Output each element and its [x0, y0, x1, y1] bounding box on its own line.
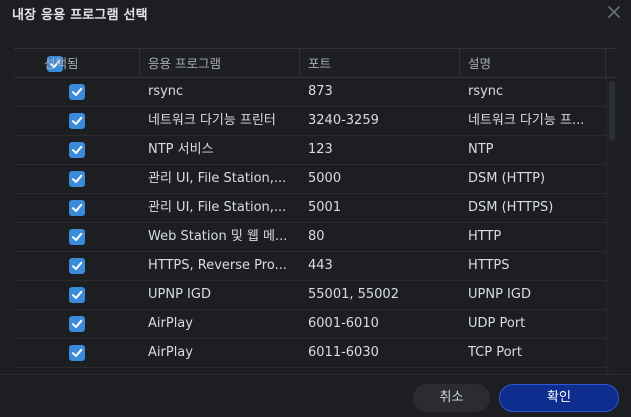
app-name-cell: rsync — [148, 84, 184, 99]
row-checkbox[interactable] — [69, 258, 85, 274]
dialog-footer: 취소 확인 — [0, 374, 631, 417]
table-row[interactable]: 네트워크 다기능 프린터 3240-3259 네트워크 다기능 프... — [14, 107, 617, 136]
app-name-cell: Web Station 및 웹 메... — [148, 229, 288, 244]
row-checkbox[interactable] — [69, 84, 85, 100]
dialog-title: 내장 응용 프로그램 선택 — [12, 8, 148, 23]
description-cell: UDP Port — [468, 316, 526, 331]
select-builtin-apps-dialog: 내장 응용 프로그램 선택 선택됨 응용 프로그램 포트 설명 rsync 87… — [0, 0, 631, 417]
port-cell: 443 — [308, 258, 333, 273]
table-row[interactable]: UPNP IGD 55001, 55002 UPNP IGD — [14, 281, 617, 310]
scrollbar-thumb[interactable] — [609, 81, 615, 141]
port-cell: 3240-3259 — [308, 113, 379, 128]
app-name-cell: NTP 서비스 — [148, 142, 214, 157]
table-row[interactable]: rsync 873 rsync — [14, 78, 617, 107]
table-row[interactable]: Web Station 및 웹 메... 80 HTTP — [14, 223, 617, 252]
row-checkbox[interactable] — [69, 142, 85, 158]
apps-table: 선택됨 응용 프로그램 포트 설명 rsync 873 rsync 네트워크 다… — [14, 48, 617, 374]
row-checkbox[interactable] — [69, 229, 85, 245]
table-row[interactable]: HTTPS, Reverse Pro... 443 HTTPS — [14, 252, 617, 281]
description-cell: HTTPS — [468, 258, 510, 273]
column-header-spacer — [606, 49, 617, 78]
row-checkbox[interactable] — [69, 113, 85, 129]
row-checkbox[interactable] — [69, 200, 85, 216]
table-row[interactable]: 관리 UI, File Station,... 5001 DSM (HTTPS) — [14, 194, 617, 223]
close-icon[interactable] — [607, 5, 621, 19]
table-row[interactable]: AirPlay 6001-6010 UDP Port — [14, 310, 617, 339]
column-header-port[interactable]: 포트 — [300, 49, 460, 78]
description-cell: DSM (HTTPS) — [468, 200, 554, 215]
port-cell: 873 — [308, 84, 333, 99]
port-cell: 5000 — [308, 171, 342, 186]
table-row[interactable]: 관리 UI, File Station,... 5000 DSM (HTTP) — [14, 165, 617, 194]
row-checkbox[interactable] — [69, 316, 85, 332]
column-header-selected[interactable]: 선택됨 — [14, 49, 140, 78]
row-checkbox[interactable] — [69, 345, 85, 361]
port-cell: 123 — [308, 142, 333, 157]
app-name-cell: AirPlay — [148, 316, 193, 331]
description-cell: rsync — [468, 84, 504, 99]
app-name-cell: HTTPS, Reverse Pro... — [148, 258, 287, 273]
table-row[interactable]: AirPlay 6011-6030 TCP Port — [14, 339, 617, 368]
table-row[interactable]: NTP 서비스 123 NTP — [14, 136, 617, 165]
description-cell: NTP — [468, 142, 494, 157]
app-name-cell: UPNP IGD — [148, 287, 211, 302]
description-cell: DSM (HTTP) — [468, 171, 546, 186]
app-name-cell: AirPlay — [148, 345, 193, 360]
port-cell: 55001, 55002 — [308, 287, 399, 302]
title-bar: 내장 응용 프로그램 선택 — [0, 0, 631, 28]
description-cell: 네트워크 다기능 프... — [468, 113, 585, 128]
ok-button[interactable]: 확인 — [499, 384, 619, 412]
row-checkbox[interactable] — [69, 287, 85, 303]
description-cell: UPNP IGD — [468, 287, 531, 302]
table-header: 선택됨 응용 프로그램 포트 설명 — [14, 48, 617, 78]
description-cell: TCP Port — [468, 345, 522, 360]
column-header-app[interactable]: 응용 프로그램 — [140, 49, 300, 78]
port-cell: 80 — [308, 229, 325, 244]
row-checkbox[interactable] — [69, 171, 85, 187]
column-header-description[interactable]: 설명 — [460, 49, 606, 78]
app-name-cell: 관리 UI, File Station,... — [148, 200, 287, 215]
table-scrollbar[interactable] — [606, 78, 617, 374]
port-cell: 5001 — [308, 200, 342, 215]
app-name-cell: 관리 UI, File Station,... — [148, 171, 287, 186]
port-cell: 6011-6030 — [308, 345, 379, 360]
port-cell: 6001-6010 — [308, 316, 379, 331]
cancel-button[interactable]: 취소 — [413, 384, 490, 412]
description-cell: HTTP — [468, 229, 502, 244]
app-name-cell: 네트워크 다기능 프린터 — [148, 113, 276, 128]
table-body: rsync 873 rsync 네트워크 다기능 프린터 3240-3259 네… — [14, 78, 617, 368]
